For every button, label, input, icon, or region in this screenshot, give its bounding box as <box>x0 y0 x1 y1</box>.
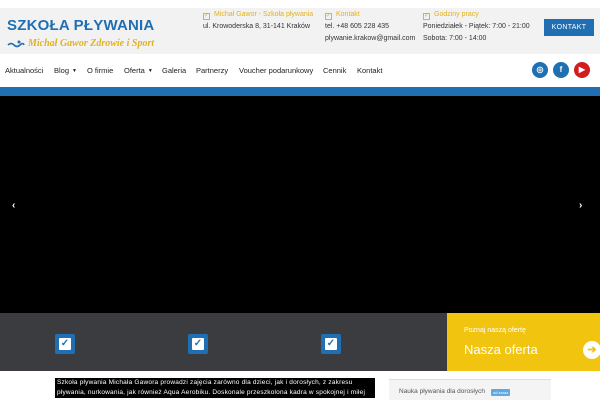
feature-check-icon: ✓ <box>188 334 208 354</box>
check-icon: ✓ <box>59 338 71 350</box>
nav-label: O firmie <box>87 66 114 75</box>
offer-subtitle: Poznaj naszą ofertę <box>464 327 526 334</box>
nav-label: Galeria <box>162 66 187 75</box>
top-strip <box>0 0 600 8</box>
nav-label: Partnerzy <box>196 66 229 75</box>
instagram-icon[interactable]: ◎ <box>532 62 548 78</box>
nav-label: Voucher podarunkowy <box>239 66 314 75</box>
contact-heading: Kontakt <box>336 11 360 18</box>
hours-saturday: Sobota: 7:00 - 14:00 <box>423 35 487 42</box>
chevron-right-icon[interactable]: › <box>579 200 582 211</box>
nav-item-voucher[interactable]: Voucher podarunkowy <box>239 66 313 75</box>
arrow-right-icon[interactable]: ➔ <box>583 341 600 359</box>
check-icon: ✓ <box>203 13 210 20</box>
check-icon: ✓ <box>192 338 204 350</box>
offer-title[interactable]: Nasza oferta <box>464 342 538 357</box>
nav-item-partnerzy[interactable]: Partnerzy <box>196 66 228 75</box>
chevron-down-icon: ▼ <box>72 68 77 74</box>
nav-label: Blog <box>54 66 70 75</box>
nav-item-o-firmie[interactable]: O firmie <box>87 66 113 75</box>
address-block: ✓ Michał Gawor - Szkoła pływania ul. Krow… <box>203 9 313 33</box>
contact-email[interactable]: plywanie.krakow@gmail.com <box>325 33 415 45</box>
course-card-title[interactable]: Nauka pływania dla dorosłych <box>399 388 485 395</box>
about-text: Szkoła pływania Michała Gawora prowadzi … <box>55 378 375 398</box>
facebook-icon[interactable]: f <box>553 62 569 78</box>
course-badge: od zaraz <box>491 389 511 396</box>
chevron-down-icon: ▼ <box>147 68 153 74</box>
swimmer-logo-icon[interactable] <box>7 39 25 49</box>
nav-label: Kontakt <box>357 66 383 75</box>
hours-weekdays: Poniedziałek - Piątek: 7:00 - 21:00 <box>423 23 530 30</box>
youtube-icon[interactable]: ▶ <box>574 62 590 78</box>
contact-phone[interactable]: tel. +48 605 228 435 <box>325 21 415 33</box>
logo-subtitle[interactable]: Michał Gawor Zdrowie i Sport <box>28 38 154 49</box>
hero-slider[interactable] <box>0 96 600 313</box>
address-line: ul. Krowoderska 8, 31-141 Kraków <box>203 23 310 30</box>
hours-block: ✓ Godziny pracy Poniedziałek - Piątek: 7:… <box>423 9 530 45</box>
address-heading: Michał Gawor - Szkoła pływania <box>214 11 314 18</box>
logo-title[interactable]: SZKOŁA PŁYWANIA <box>7 17 154 34</box>
page: SZKOŁA PŁYWANIA Michał Gawor Zdrowie i S… <box>0 0 600 400</box>
nav-item-galeria[interactable]: Galeria <box>162 66 186 75</box>
check-icon: ✓ <box>423 13 430 20</box>
nav-label: Oferta <box>124 66 145 75</box>
check-icon: ✓ <box>325 338 337 350</box>
nav-item-kontakt[interactable]: Kontakt <box>357 66 382 75</box>
accent-bar <box>0 87 600 96</box>
check-icon: ✓ <box>325 13 332 20</box>
hours-heading: Godziny pracy <box>434 11 479 18</box>
nav-label: Cennik <box>323 66 347 75</box>
nav-item-blog[interactable]: Blog ▼ <box>54 66 77 75</box>
nav-item-oferta[interactable]: Oferta ▼ <box>124 66 153 75</box>
kontakt-button[interactable]: KONTAKT <box>544 19 594 36</box>
chevron-left-icon[interactable]: ‹ <box>12 200 15 211</box>
nav-item-cennik[interactable]: Cennik <box>323 66 346 75</box>
feature-check-icon: ✓ <box>321 334 341 354</box>
feature-check-icon: ✓ <box>55 334 75 354</box>
contact-block: ✓ Kontakt tel. +48 605 228 435 plywanie.k… <box>325 9 415 45</box>
nav-item-aktualnosci[interactable]: Aktualności <box>5 66 43 75</box>
nav-label: Aktualności <box>5 66 44 75</box>
